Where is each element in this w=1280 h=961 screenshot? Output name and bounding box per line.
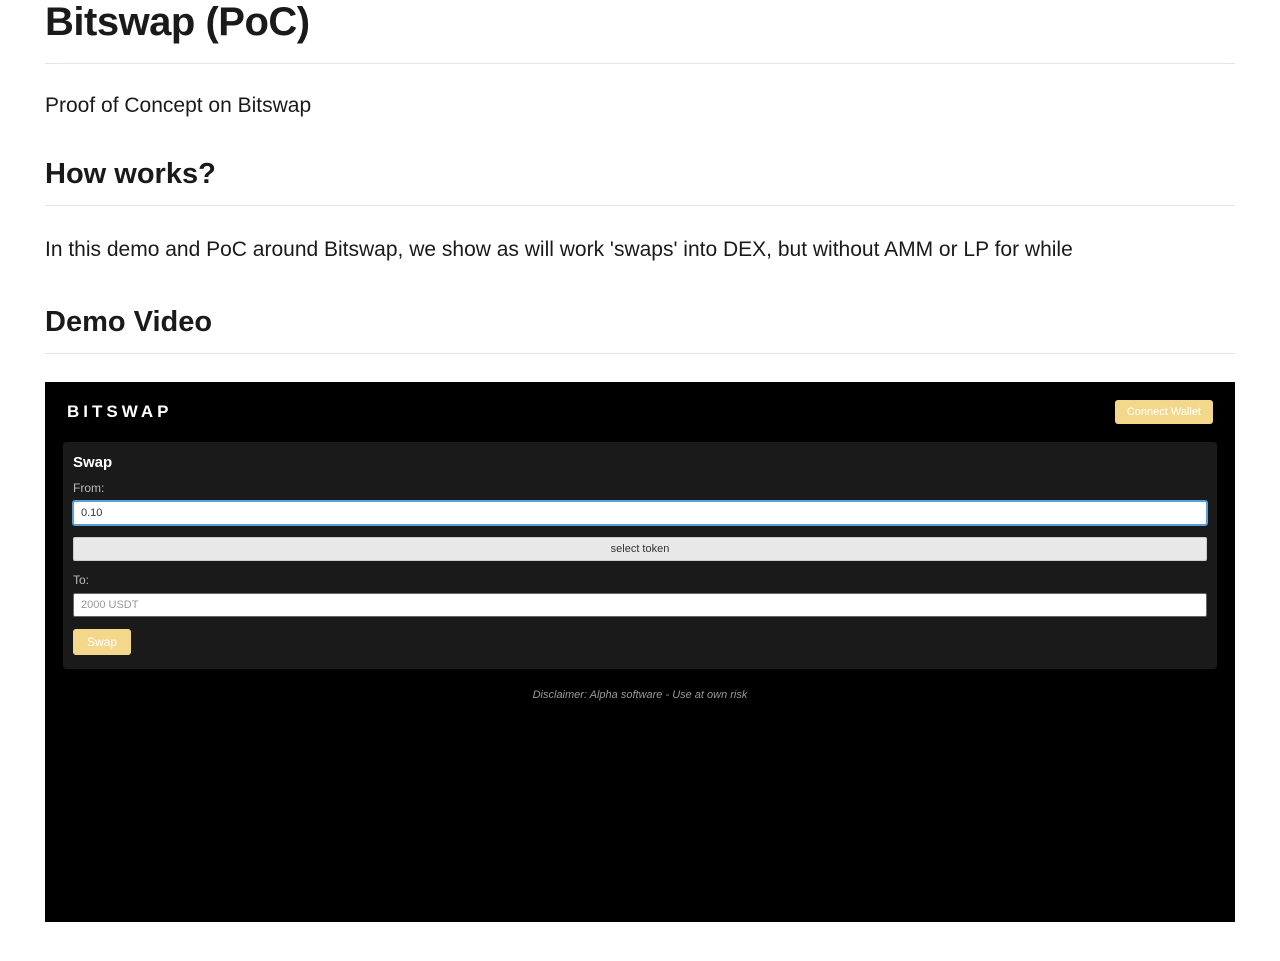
connect-wallet-button[interactable]: Connect Wallet (1115, 400, 1213, 424)
demo-logo: BITSWAP (67, 402, 172, 422)
from-amount-input[interactable] (73, 501, 1207, 525)
page-subtitle: Proof of Concept on Bitswap (45, 94, 1235, 118)
demo-video-frame: BITSWAP Connect Wallet Swap From: select… (45, 382, 1235, 922)
swap-button[interactable]: Swap (73, 629, 131, 655)
how-works-body: In this demo and PoC around Bitswap, we … (45, 234, 1235, 266)
how-works-heading: How works? (45, 158, 1235, 206)
disclaimer-text: Disclaimer: Alpha software - Use at own … (63, 689, 1217, 701)
to-amount-input[interactable] (73, 593, 1207, 617)
swap-panel-title: Swap (73, 454, 1207, 471)
demo-video-heading: Demo Video (45, 306, 1235, 354)
select-token-button[interactable]: select token (73, 537, 1207, 561)
page-title: Bitswap (PoC) (45, 0, 1235, 64)
to-label: To: (73, 573, 1207, 587)
from-label: From: (73, 481, 1207, 495)
swap-panel: Swap From: select token To: Swap (63, 442, 1217, 669)
